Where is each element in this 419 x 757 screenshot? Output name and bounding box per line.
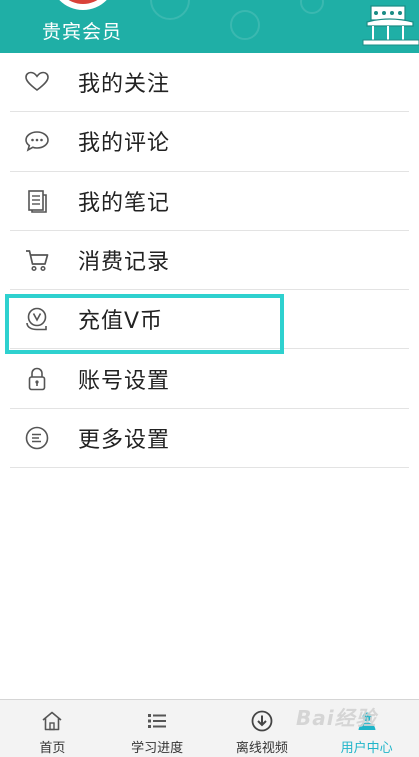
tab-user-center[interactable]: 用户中心 bbox=[314, 700, 419, 757]
cart-icon bbox=[26, 250, 49, 272]
tab-label: 用户中心 bbox=[340, 741, 393, 756]
menu-item-my-comments[interactable]: 我的评论 bbox=[10, 112, 409, 172]
decoration-circle bbox=[150, 0, 190, 20]
building-illustration bbox=[362, 5, 419, 46]
notes-icon bbox=[28, 189, 47, 213]
download-icon bbox=[251, 710, 273, 732]
menu-item-label: 我的评论 bbox=[78, 131, 171, 157]
heart-icon bbox=[25, 71, 49, 92]
comment-icon bbox=[25, 131, 49, 153]
user-icon bbox=[358, 712, 376, 730]
home-icon bbox=[42, 711, 62, 731]
menu-item-purchase-history[interactable]: 消费记录 bbox=[10, 231, 409, 291]
tab-label: 离线视频 bbox=[235, 741, 288, 756]
bottom-tab-bar: 首页 学习进度 离线视频 用户中心 bbox=[0, 699, 419, 757]
menu-item-my-notes[interactable]: 我的笔记 bbox=[10, 172, 409, 231]
vcoin-icon bbox=[26, 308, 47, 331]
lock-icon bbox=[28, 367, 46, 390]
more-settings-icon bbox=[25, 426, 49, 450]
tab-offline-videos[interactable]: 离线视频 bbox=[210, 700, 315, 757]
tab-learning-progress[interactable]: 学习进度 bbox=[105, 700, 210, 757]
menu-item-label: 更多设置 bbox=[78, 427, 171, 453]
menu-item-account-settings[interactable]: 账号设置 bbox=[10, 349, 409, 409]
tab-label: 首页 bbox=[39, 741, 66, 756]
menu-item-label: 消费记录 bbox=[78, 250, 171, 276]
user-menu: 我的关注 我的评论 我的笔记 消费记录 充值V币 账号设置 更多设置 bbox=[0, 53, 419, 469]
decoration-circle bbox=[230, 10, 260, 40]
tab-home[interactable]: 首页 bbox=[0, 700, 105, 757]
menu-item-label: 账号设置 bbox=[78, 368, 171, 394]
menu-item-label: 我的笔记 bbox=[78, 190, 171, 216]
tab-label: 学习进度 bbox=[131, 741, 184, 756]
vip-label: 贵宾会员 bbox=[42, 21, 123, 43]
decoration-circle bbox=[300, 0, 324, 14]
menu-item-my-follows[interactable]: 我的关注 bbox=[10, 53, 409, 113]
menu-item-label: 充值V币 bbox=[78, 309, 164, 335]
list-icon bbox=[148, 714, 167, 728]
menu-item-recharge-vcoin[interactable]: 充值V币 bbox=[10, 290, 409, 350]
menu-item-more-settings[interactable]: 更多设置 bbox=[10, 409, 409, 469]
header-banner: 贵宾会员 bbox=[0, 0, 419, 53]
menu-item-label: 我的关注 bbox=[78, 72, 171, 98]
